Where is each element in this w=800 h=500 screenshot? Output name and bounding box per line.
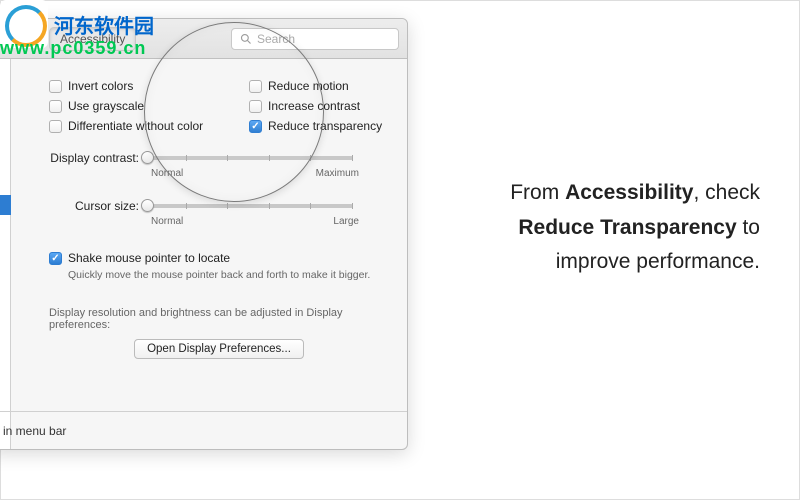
footer-menubar-label: in menu bar [3, 424, 66, 438]
checkbox-label: Differentiate without color [68, 119, 203, 133]
checkbox-label: Shake mouse pointer to locate [68, 251, 230, 265]
accessibility-preferences-window: Accessibility Search Invert colors Use g… [0, 18, 408, 450]
checkbox-label: Invert colors [68, 79, 133, 93]
search-input[interactable]: Search [231, 28, 399, 50]
instruction-text: From Accessibility, check Reduce Transpa… [470, 176, 760, 280]
instruction-bold: Reduce Transparency [518, 216, 736, 239]
instruction-segment: From [510, 181, 565, 204]
display-contrast-slider-group: Display contrast: Normal Maximum [49, 151, 359, 179]
instruction-segment: , check [693, 181, 760, 204]
watermark-brand: 河东软件园 [54, 10, 154, 39]
search-icon [240, 33, 252, 45]
checkbox-reduce-motion[interactable]: Reduce motion [249, 77, 382, 95]
checkbox-label: Reduce motion [268, 79, 349, 93]
right-checkbox-group: Reduce motion Increase contrast ✓ Reduce… [249, 77, 382, 137]
checkbox-invert-colors[interactable]: Invert colors [49, 77, 203, 95]
checkbox-icon [249, 80, 262, 93]
watermark: 河东软件园 www.pc0359.cn [0, 0, 154, 48]
button-label: Open Display Preferences... [147, 343, 291, 355]
checkbox-icon [49, 100, 62, 113]
sidebar-selected-item [0, 195, 11, 215]
checkbox-icon [249, 100, 262, 113]
cursor-size-slider-group: Cursor size: Normal Large [49, 199, 359, 227]
checkbox-reduce-transparency[interactable]: ✓ Reduce transparency [249, 117, 382, 135]
checkbox-icon [49, 80, 62, 93]
slider-max-label: Large [333, 216, 359, 227]
content-pane: Invert colors Use grayscale Differentiat… [11, 59, 407, 449]
slider-min-label: Normal [151, 168, 183, 179]
checkbox-differentiate-without-color[interactable]: Differentiate without color [49, 117, 203, 135]
display-contrast-slider[interactable] [145, 156, 353, 160]
slider-min-label: Normal [151, 216, 183, 227]
search-placeholder: Search [257, 32, 295, 46]
slider-knob-icon [141, 151, 154, 164]
watermark-url: www.pc0359.cn [0, 38, 146, 59]
instruction-segment: improve performance. [556, 250, 760, 273]
checkbox-label: Increase contrast [268, 99, 360, 113]
instruction-segment: to [737, 216, 760, 239]
checkbox-increase-contrast[interactable]: Increase contrast [249, 97, 382, 115]
display-hint-text: Display resolution and brightness can be… [49, 307, 389, 331]
shake-pointer-section: ✓ Shake mouse pointer to locate Quickly … [49, 249, 370, 281]
checkbox-label: Reduce transparency [268, 119, 382, 133]
slider-label: Display contrast: [49, 151, 145, 165]
sidebar[interactable] [0, 59, 11, 449]
slider-label: Cursor size: [49, 199, 145, 213]
checkbox-checked-icon: ✓ [249, 120, 262, 133]
display-preferences-section: Display resolution and brightness can be… [49, 307, 389, 359]
checkbox-icon [49, 120, 62, 133]
slider-knob-icon [141, 199, 154, 212]
instruction-bold: Accessibility [565, 181, 693, 204]
window-footer: in menu bar [0, 411, 407, 449]
shake-help-text: Quickly move the mouse pointer back and … [68, 269, 370, 281]
slider-max-label: Maximum [316, 168, 359, 179]
checkbox-label: Use grayscale [68, 99, 144, 113]
window-body: Invert colors Use grayscale Differentiat… [0, 59, 407, 449]
left-checkbox-group: Invert colors Use grayscale Differentiat… [49, 77, 203, 137]
cursor-size-slider[interactable] [145, 204, 353, 208]
checkbox-checked-icon: ✓ [49, 252, 62, 265]
checkbox-shake-pointer[interactable]: ✓ Shake mouse pointer to locate [49, 249, 370, 267]
checkbox-use-grayscale[interactable]: Use grayscale [49, 97, 203, 115]
open-display-preferences-button[interactable]: Open Display Preferences... [134, 339, 304, 359]
